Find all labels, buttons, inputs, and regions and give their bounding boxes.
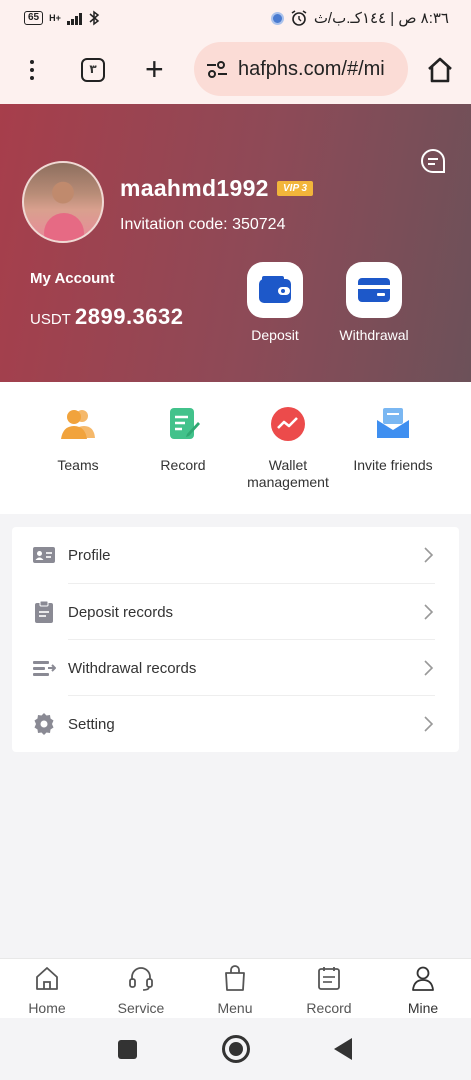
chevron-right-icon (424, 660, 434, 676)
avatar[interactable] (22, 161, 104, 243)
nav-record[interactable]: Record (289, 965, 369, 1016)
invite-label[interactable]: Invite friends (341, 457, 445, 474)
wallet-icon (259, 276, 291, 303)
menu-label-profile[interactable]: Profile (68, 547, 111, 564)
site-settings-icon[interactable] (204, 56, 230, 82)
nav-home[interactable]: Home (7, 965, 87, 1016)
chat-message-icon[interactable] (419, 147, 447, 175)
app-notification-icon (270, 11, 284, 25)
menu-item-deposit-records[interactable]: Deposit records (12, 584, 459, 640)
withdrawal-button[interactable]: Withdrawal (339, 262, 409, 343)
menu-label-withdrawal-records[interactable]: Withdrawal records (68, 660, 196, 677)
url-text[interactable]: hafphs.com/#/mi (238, 58, 385, 81)
settings-menu: Profile Deposit records Withdrawal recor… (12, 527, 459, 752)
home-icon (36, 967, 58, 990)
balance-value: 2899.3632 (75, 304, 184, 329)
network-type: H+ (49, 13, 61, 23)
system-navigation-bar (0, 1018, 471, 1080)
menu-item-setting[interactable]: Setting (12, 696, 459, 752)
new-tab-icon[interactable]: + (145, 53, 164, 85)
status-bar: 65 H+ ٨:٣٦ ص | ١٤٤كـ.ب/ث (0, 0, 471, 36)
quick-nav: Teams Record Wallet management Invite fr… (0, 382, 471, 514)
nav-mine-label[interactable]: Mine (383, 1000, 463, 1016)
invitation-code: Invitation code: 350724 (120, 216, 286, 233)
wallet-label[interactable]: Wallet management (236, 457, 340, 491)
quick-nav-record[interactable]: Record (131, 406, 235, 474)
chevron-right-icon (424, 547, 434, 563)
nav-service[interactable]: Service (101, 965, 181, 1016)
signal-icon (66, 11, 82, 25)
menu-item-withdrawal-records[interactable]: Withdrawal records (12, 640, 459, 696)
currency-label: USDT (30, 311, 71, 328)
quick-nav-invite[interactable]: Invite friends (341, 406, 445, 474)
profile-card-icon (33, 547, 55, 563)
calendar-icon (318, 967, 340, 990)
bottom-nav: Home Service Menu Record Mine (0, 958, 471, 1018)
user-icon (412, 966, 434, 991)
clipboard-icon (35, 600, 53, 623)
withdraw-list-icon (33, 661, 56, 676)
tab-switcher-button[interactable]: ٣ (81, 58, 105, 82)
address-bar[interactable]: hafphs.com/#/mi (194, 42, 408, 96)
teams-icon (61, 410, 95, 439)
browser-menu-icon[interactable] (18, 56, 46, 84)
menu-item-profile[interactable]: Profile (12, 527, 459, 583)
chevron-right-icon (424, 716, 434, 732)
withdrawal-icon-box[interactable] (346, 262, 402, 318)
nav-service-label[interactable]: Service (101, 1000, 181, 1016)
profile-header: maahmd1992 VIP 3 Invitation code: 350724… (0, 104, 471, 382)
withdrawal-label[interactable]: Withdrawal (339, 327, 409, 343)
quick-nav-teams[interactable]: Teams (26, 406, 130, 474)
deposit-icon-box[interactable] (247, 262, 303, 318)
menu-label-setting[interactable]: Setting (68, 716, 115, 733)
gear-icon (34, 713, 54, 735)
bluetooth-icon (89, 10, 100, 26)
wallet-management-icon (271, 407, 305, 441)
menu-label-deposit-records[interactable]: Deposit records (68, 604, 173, 621)
system-home-icon[interactable] (222, 1035, 250, 1063)
deposit-button[interactable]: Deposit (240, 262, 310, 343)
bag-icon (225, 965, 245, 991)
record-label[interactable]: Record (131, 457, 235, 474)
record-icon (170, 408, 200, 439)
alarm-icon (291, 10, 307, 26)
headset-icon (129, 967, 153, 991)
status-left: 65 H+ (24, 10, 100, 26)
invite-icon (377, 408, 409, 438)
home-button-icon[interactable] (425, 55, 455, 85)
nav-home-label[interactable]: Home (7, 1000, 87, 1016)
battery-icon: 65 (24, 11, 44, 25)
browser-toolbar: ٣ + hafphs.com/#/mi (0, 36, 471, 104)
status-right: ٨:٣٦ ص | ١٤٤كـ.ب/ث (270, 9, 449, 27)
back-icon[interactable] (334, 1038, 352, 1060)
status-time: ٨:٣٦ ص | ١٤٤كـ.ب/ث (313, 10, 449, 27)
nav-menu[interactable]: Menu (195, 965, 275, 1016)
chevron-right-icon (424, 604, 434, 620)
nav-mine[interactable]: Mine (383, 965, 463, 1016)
username: maahmd1992 (120, 175, 269, 201)
deposit-label[interactable]: Deposit (240, 327, 310, 343)
recents-icon[interactable] (118, 1040, 137, 1059)
vip-badge: VIP 3 (277, 181, 314, 196)
teams-label[interactable]: Teams (26, 457, 130, 474)
quick-nav-wallet[interactable]: Wallet management (236, 406, 340, 491)
card-icon (358, 278, 390, 302)
nav-menu-label[interactable]: Menu (195, 1000, 275, 1016)
nav-record-label[interactable]: Record (289, 1000, 369, 1016)
my-account-title: My Account (30, 270, 115, 287)
